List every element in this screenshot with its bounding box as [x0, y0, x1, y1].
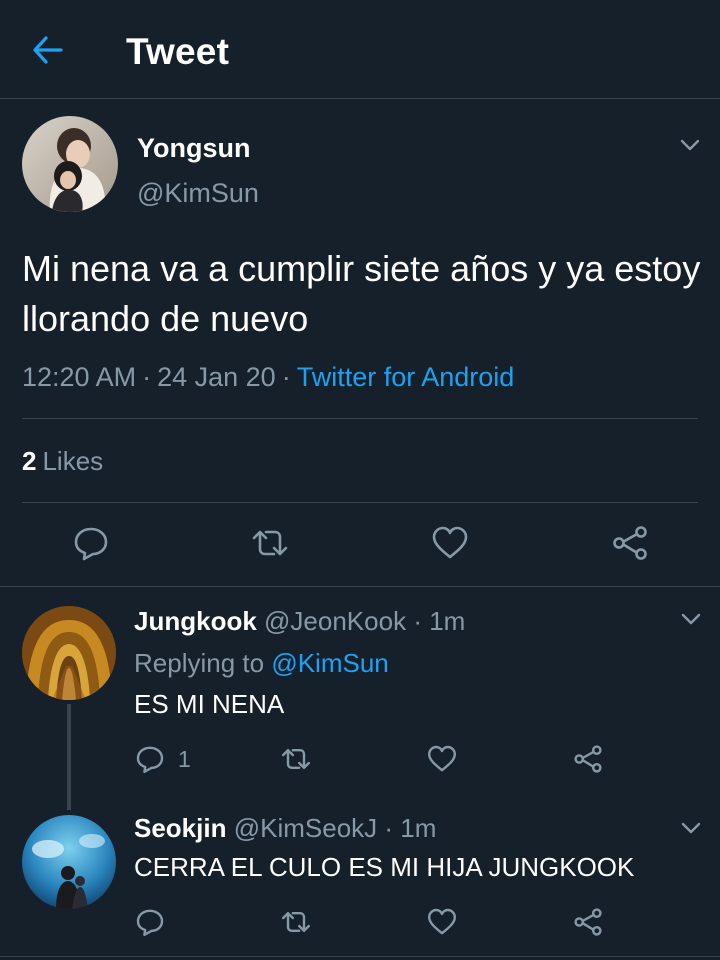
- reply-header: Jungkook @JeonKook · 1m: [134, 606, 465, 637]
- comment-icon: [136, 746, 164, 773]
- retweet-button[interactable]: [280, 906, 312, 938]
- reply-time: 1m: [400, 813, 437, 843]
- share-button[interactable]: [610, 523, 650, 563]
- retweet-button[interactable]: [250, 523, 290, 563]
- tweet-date: 24 Jan 20: [157, 362, 276, 392]
- chevron-down-icon: [680, 139, 700, 151]
- replying-to: Replying to @KimSun: [134, 648, 389, 679]
- comment-icon: [136, 909, 164, 936]
- reply-count: 1: [178, 746, 191, 772]
- thread-line: [67, 704, 71, 810]
- reply-author-handle[interactable]: @KimSeokJ: [234, 813, 377, 843]
- header-separator: ·: [413, 606, 422, 636]
- heart-icon: [428, 745, 456, 772]
- avatar[interactable]: [22, 606, 116, 700]
- share-icon: [574, 908, 602, 936]
- reply-button[interactable]: [134, 906, 166, 938]
- likes-stat[interactable]: 2 Likes: [22, 446, 103, 477]
- reply-author-name[interactable]: Jungkook: [134, 606, 257, 636]
- reply-text: CERRA EL CULO ES MI HIJA JUNGKOOK: [134, 852, 635, 882]
- replying-to-label: Replying to: [134, 648, 265, 678]
- chevron-down-icon: [681, 822, 701, 834]
- retweet-icon: [282, 912, 310, 932]
- tweet-meta: 12:20 AM · 24 Jan 20 · Twitter for Android: [22, 362, 514, 393]
- header-separator: ·: [384, 813, 394, 843]
- reply-author-handle[interactable]: @JeonKook: [264, 606, 406, 636]
- chevron-down-icon: [681, 613, 701, 625]
- replying-to-handle-link[interactable]: @KimSun: [271, 648, 388, 678]
- share-icon: [613, 526, 647, 560]
- page-title: Tweet: [126, 31, 230, 72]
- retweet-icon: [282, 749, 310, 769]
- tweet-text: Mi nena va a cumplir siete años y ya est…: [22, 248, 701, 339]
- reply-header: Seokjin @KimSeokJ · 1m: [134, 813, 436, 844]
- author-name[interactable]: Yongsun: [137, 133, 250, 164]
- reply-divider: [0, 956, 720, 957]
- meta-separator: ·: [281, 362, 291, 392]
- avatar-photo: [22, 815, 116, 909]
- stats-divider: [22, 502, 698, 503]
- share-button[interactable]: [572, 743, 604, 775]
- tweet-source-link[interactable]: Twitter for Android: [297, 362, 515, 392]
- back-button[interactable]: [30, 34, 66, 66]
- heart-icon: [428, 908, 456, 935]
- likes-count: 2: [22, 446, 37, 476]
- like-button[interactable]: [426, 906, 458, 938]
- share-icon: [574, 745, 602, 773]
- author-handle[interactable]: @KimSun: [137, 178, 259, 209]
- retweet-button[interactable]: [280, 743, 312, 775]
- header-divider: [0, 98, 720, 99]
- reply-time: 1m: [429, 606, 466, 636]
- arrow-left-icon: [33, 36, 63, 64]
- reply-button[interactable]: [134, 743, 166, 775]
- more-options-button[interactable]: [678, 606, 704, 632]
- like-button[interactable]: [430, 523, 470, 563]
- like-button[interactable]: [426, 743, 458, 775]
- likes-label: Likes: [42, 446, 104, 476]
- avatar-photo: [22, 606, 116, 700]
- reply-button[interactable]: [71, 523, 111, 563]
- more-options-button[interactable]: [677, 132, 703, 158]
- meta-divider: [22, 418, 698, 419]
- tweet-divider: [0, 586, 720, 587]
- more-options-button[interactable]: [678, 815, 704, 841]
- avatar[interactable]: [22, 815, 116, 909]
- retweet-icon: [252, 530, 288, 556]
- reply-text: ES MI NENA: [134, 689, 285, 719]
- reply-author-name[interactable]: Seokjin: [134, 813, 226, 843]
- heart-icon: [432, 526, 468, 559]
- avatar-photo: [22, 116, 118, 212]
- comment-icon: [74, 527, 108, 561]
- avatar[interactable]: [22, 116, 118, 212]
- tweet-time: 12:20 AM: [22, 362, 137, 392]
- meta-separator: ·: [142, 362, 152, 392]
- share-button[interactable]: [572, 906, 604, 938]
